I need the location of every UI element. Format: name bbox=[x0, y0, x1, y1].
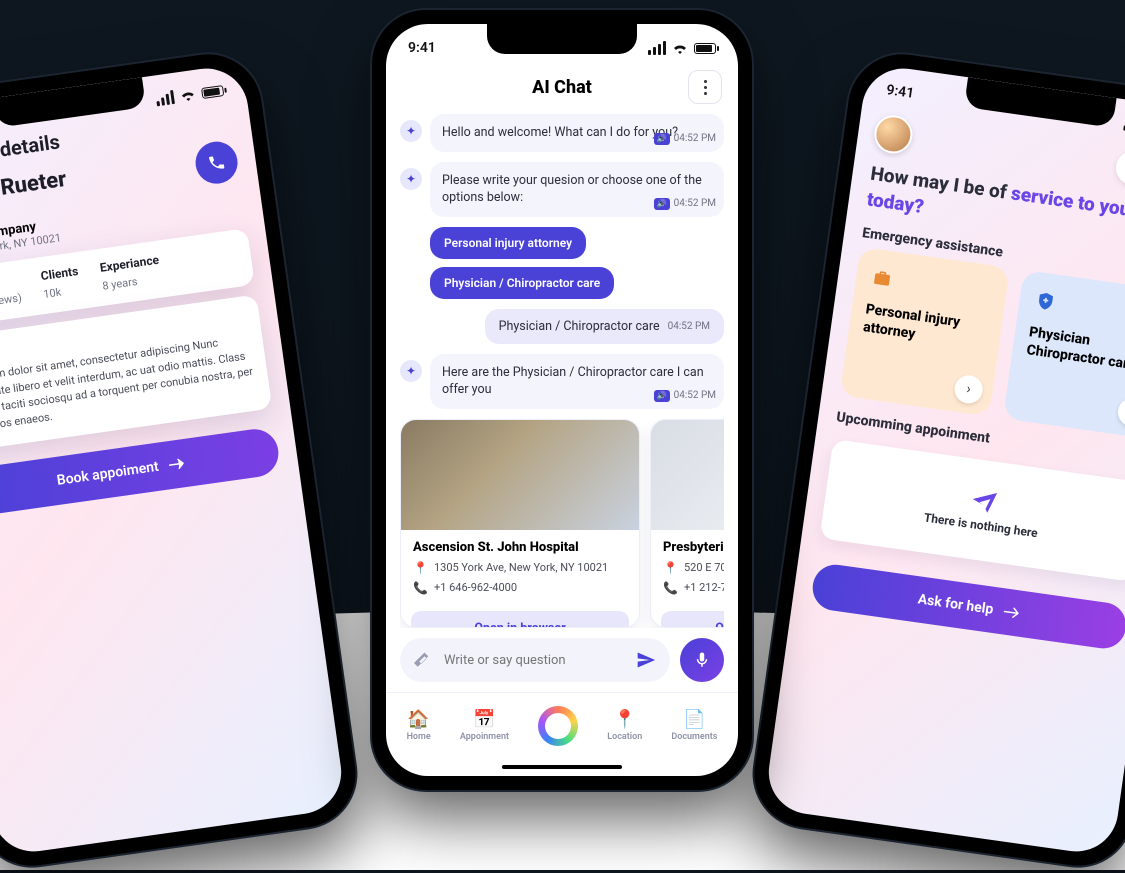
wifi-icon bbox=[672, 42, 688, 54]
arrow-right-icon bbox=[168, 456, 188, 472]
service-label: Personal injury attorney bbox=[862, 301, 989, 354]
chat-input[interactable] bbox=[442, 652, 626, 669]
hospital-name: Presbyterian Ho bbox=[663, 540, 724, 555]
service-physician[interactable]: Physician Chiropractor care › bbox=[1003, 270, 1125, 440]
paper-plane-icon bbox=[969, 487, 1000, 515]
kebab-icon bbox=[704, 80, 707, 95]
bot-avatar-icon: ✦ bbox=[400, 168, 422, 190]
phone-icon bbox=[206, 153, 226, 173]
shield-plus-icon bbox=[1032, 288, 1059, 315]
phone-home: 9:41 How may I be of service to you toda… bbox=[748, 47, 1125, 872]
pin-icon: 📍 bbox=[663, 561, 678, 575]
phone-ai-chat: 9:41 AI Chat ✦ Hello and welcome! What c… bbox=[372, 10, 752, 790]
book-appointment-label: Book appoiment bbox=[56, 459, 160, 489]
status-time: 9:41 bbox=[408, 40, 436, 56]
briefcase-icon bbox=[869, 265, 896, 292]
pin-icon: 📍 bbox=[413, 561, 428, 575]
location-icon: 📍 bbox=[614, 709, 636, 730]
call-button[interactable] bbox=[193, 139, 240, 186]
phone-icon: 📞 bbox=[413, 581, 428, 595]
status-time: 9:41 bbox=[885, 82, 915, 102]
bot-message: ✦ Hello and welcome! What can I do for y… bbox=[400, 114, 724, 152]
signal-icon bbox=[648, 41, 666, 55]
wifi-icon bbox=[179, 88, 197, 102]
ask-help-button[interactable]: Ask for help bbox=[810, 562, 1125, 652]
hospital-phone: +1 212-746-54 bbox=[684, 581, 724, 594]
empty-text: There is nothing here bbox=[923, 511, 1039, 541]
phone-attorney-details: 9:41 Attorney details Dr.Alan Rueter Law… bbox=[0, 47, 362, 872]
home-icon: 🏠 bbox=[407, 709, 429, 730]
stat-clients-label: Clients bbox=[40, 264, 79, 283]
phone-icon: 📞 bbox=[663, 581, 678, 595]
battery-icon bbox=[694, 43, 716, 54]
stat-reviews-value: (300 Reviews) bbox=[0, 291, 23, 314]
bot-avatar-icon: ✦ bbox=[400, 120, 422, 142]
chip-attorney[interactable]: Personal injury attorney bbox=[430, 227, 586, 259]
stat-experience-value: 8 years bbox=[102, 275, 139, 293]
calendar-icon: 📅 bbox=[473, 709, 495, 730]
chip-physician[interactable]: Physician / Chiropractor care bbox=[430, 267, 614, 299]
chat-input-container bbox=[400, 638, 670, 682]
message-time: 04:52 PM bbox=[668, 321, 710, 332]
message-time: 04:52 PM bbox=[674, 197, 716, 211]
notification-button[interactable] bbox=[1114, 149, 1125, 187]
hospital-card[interactable]: Presbyterian Ho 📍 520 E 70th St, 📞 +1 212-… bbox=[650, 419, 724, 629]
user-message: Physician / Chiropractor care 04:52 PM bbox=[400, 309, 724, 344]
hospital-phone: +1 646-962-4000 bbox=[434, 581, 517, 594]
stat-experience-label: Experiance bbox=[99, 253, 160, 275]
battery-icon bbox=[201, 85, 224, 99]
bot-avatar-icon: ✦ bbox=[400, 360, 422, 382]
clear-icon[interactable] bbox=[414, 651, 432, 669]
tab-ai[interactable] bbox=[538, 706, 578, 746]
stat-clients-value: 10k bbox=[43, 286, 63, 301]
chevron-right-icon: › bbox=[953, 374, 985, 406]
open-browser-button[interactable]: Open in browser bbox=[411, 611, 629, 629]
message-time: 04:52 PM bbox=[674, 132, 716, 146]
tab-appointment[interactable]: 📅Appoinment bbox=[460, 709, 509, 742]
message-time: 04:52 PM bbox=[674, 389, 716, 403]
signal-icon bbox=[155, 90, 175, 106]
open-browser-button[interactable]: Open bbox=[661, 611, 724, 629]
chat-title: AI Chat bbox=[532, 77, 592, 98]
tab-location[interactable]: 📍Location bbox=[607, 709, 642, 742]
mic-icon bbox=[693, 651, 711, 669]
hospital-address: 520 E 70th St, bbox=[684, 561, 724, 574]
mic-button[interactable] bbox=[680, 638, 724, 682]
service-label: Physician Chiropractor care bbox=[1025, 324, 1125, 377]
bot-message: ✦ Please write your quesion or choose on… bbox=[400, 162, 724, 217]
service-attorney[interactable]: Personal injury attorney › bbox=[839, 247, 1009, 417]
arrow-right-icon bbox=[1002, 605, 1022, 621]
menu-button[interactable] bbox=[688, 70, 722, 104]
speaker-icon[interactable]: 🔊 bbox=[654, 390, 670, 402]
speaker-icon[interactable]: 🔊 bbox=[654, 198, 670, 210]
document-icon: 📄 bbox=[683, 709, 705, 730]
tab-documents[interactable]: 📄Documents bbox=[671, 709, 717, 742]
send-button[interactable] bbox=[636, 650, 656, 670]
user-message-text: Physician / Chiropractor care bbox=[499, 319, 660, 334]
tab-bar: 🏠Home 📅Appoinment 📍Location 📄Documents bbox=[386, 692, 738, 758]
speaker-icon[interactable]: 🔊 bbox=[654, 133, 670, 145]
home-indicator bbox=[386, 758, 738, 776]
chevron-right-icon: › bbox=[1116, 397, 1125, 429]
tab-home[interactable]: 🏠Home bbox=[407, 709, 431, 742]
bot-message: ✦ Here are the Physician / Chiropractor … bbox=[400, 354, 724, 409]
about-card: ut m ipsum dolor sit amet, consectetur a… bbox=[0, 294, 272, 452]
hospital-image bbox=[651, 420, 724, 530]
bot-message-text: Hello and welcome! What can I do for you… bbox=[442, 125, 678, 140]
hospital-address: 1305 York Ave, New York, NY 10021 bbox=[434, 561, 608, 574]
hospital-card[interactable]: Ascension St. John Hospital 📍 1305 York A… bbox=[400, 419, 640, 629]
hospital-name: Ascension St. John Hospital bbox=[413, 540, 627, 555]
hospital-image bbox=[401, 420, 639, 530]
user-avatar[interactable] bbox=[872, 113, 915, 156]
